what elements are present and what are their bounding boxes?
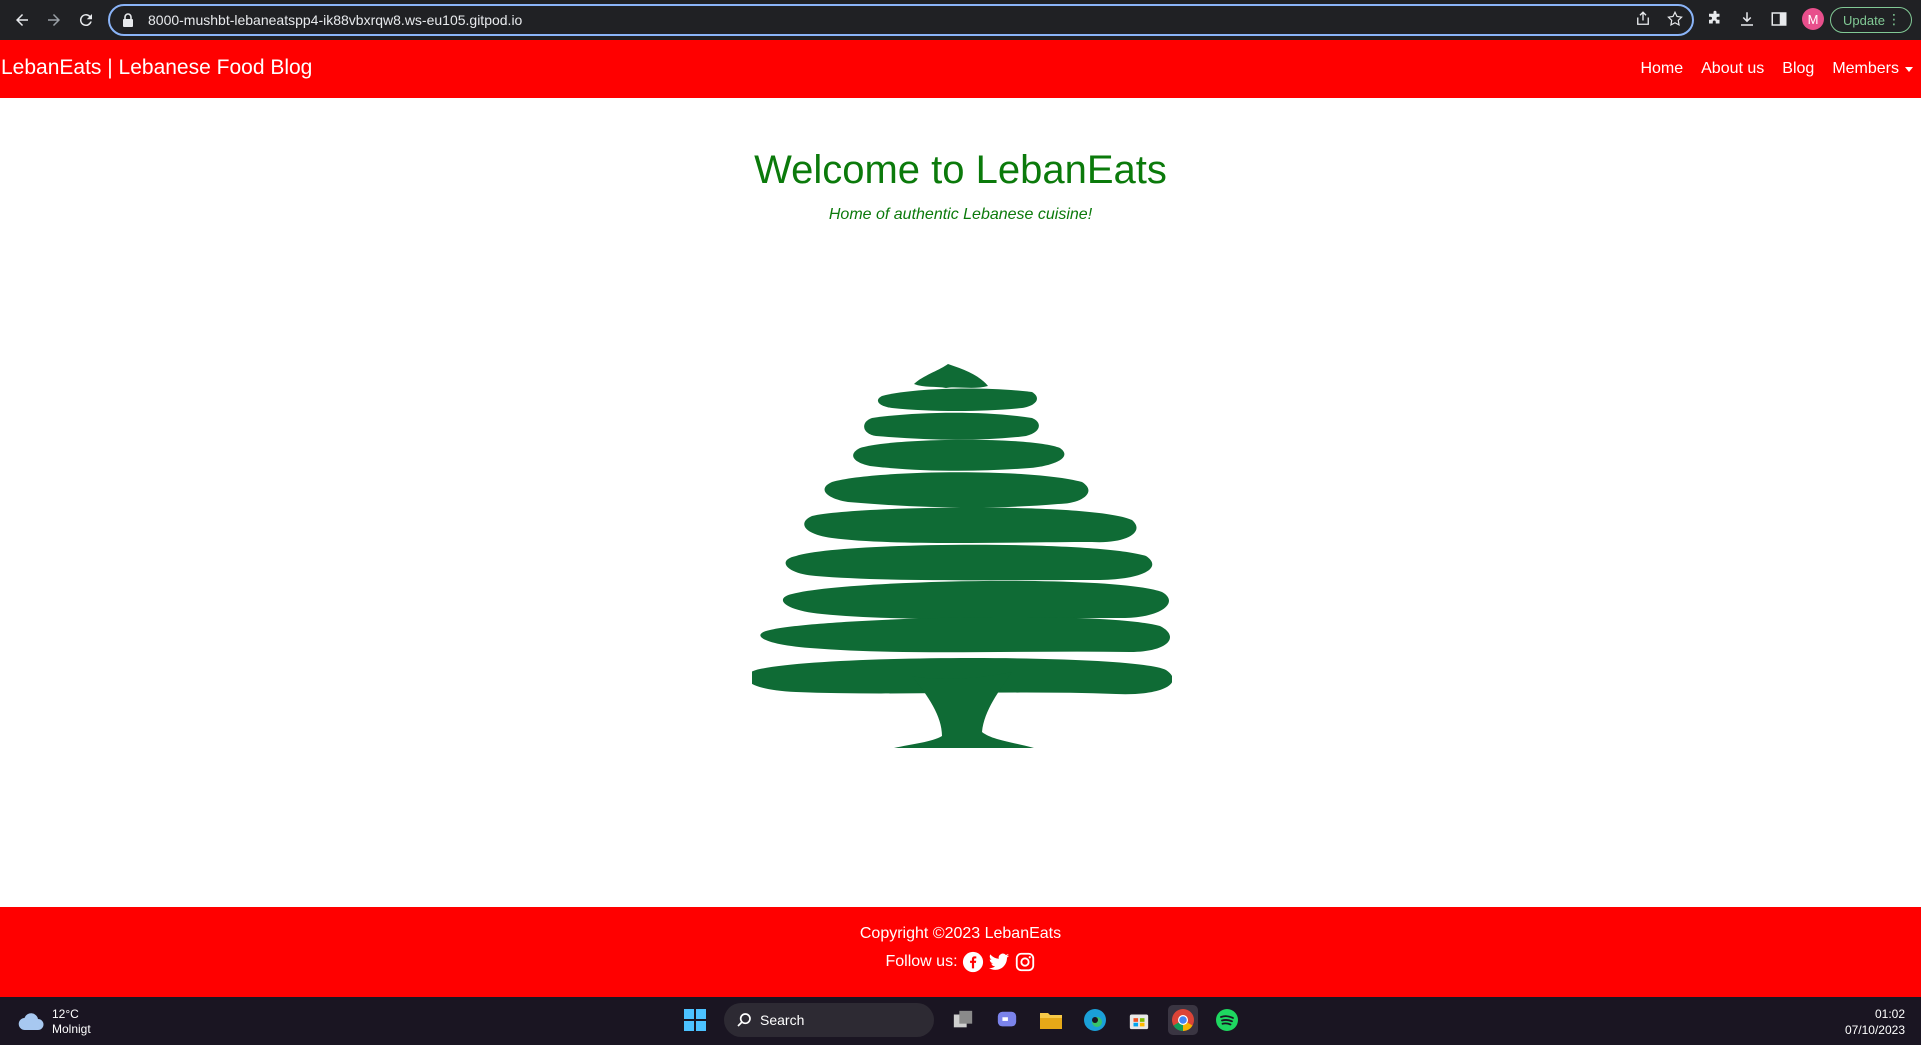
file-explorer-icon[interactable] <box>1036 1005 1066 1035</box>
nav-menu: Home About us Blog Members <box>1640 60 1913 78</box>
address-bar[interactable]: 8000-mushbt-lebaneatspp4-ik88vbxrqw8.ws-… <box>108 4 1694 36</box>
os-taskbar: 12°C Molnigt Search 01:02 07/10/2023 <box>0 997 1921 1045</box>
instagram-icon[interactable] <box>1014 951 1036 973</box>
site-footer: Copyright ©2023 LebanEats Follow us: <box>0 907 1921 997</box>
site-navbar: LebanEats | Lebanese Food Blog Home Abou… <box>0 40 1921 98</box>
back-button[interactable] <box>8 6 36 34</box>
more-vertical-icon[interactable]: ⋮ <box>1887 11 1901 28</box>
bookmark-star-icon[interactable] <box>1666 10 1684 28</box>
nav-about-link[interactable]: About us <box>1701 60 1764 78</box>
arrow-left-icon <box>16 14 28 26</box>
reload-icon <box>79 14 92 27</box>
brand-link[interactable]: LebanEats | Lebanese Food Blog <box>1 56 312 80</box>
weather-desc: Molnigt <box>52 1022 91 1036</box>
edge-browser-icon[interactable] <box>1080 1005 1110 1035</box>
search-label: Search <box>760 1012 805 1028</box>
copyright-text: Copyright ©2023 LebanEats <box>859 925 1062 942</box>
system-clock[interactable]: 01:02 07/10/2023 <box>1845 1006 1905 1038</box>
nav-members-label: Members <box>1832 60 1899 77</box>
windows-start-icon[interactable] <box>680 1005 710 1035</box>
lock-icon <box>123 13 133 27</box>
url-text[interactable]: 8000-mushbt-lebaneatspp4-ik88vbxrqw8.ws-… <box>148 12 522 28</box>
reload-button[interactable] <box>72 6 100 34</box>
arrow-right-icon <box>48 14 60 26</box>
facebook-icon[interactable] <box>962 951 984 973</box>
cloud-icon <box>18 1013 44 1031</box>
clock-time: 01:02 <box>1874 1007 1905 1021</box>
follow-label: Follow us: <box>885 953 958 970</box>
update-button[interactable]: Update ⋮ <box>1830 7 1912 33</box>
nav-home-link[interactable]: Home <box>1640 60 1683 78</box>
side-panel-icon[interactable] <box>1770 10 1788 28</box>
download-icon[interactable] <box>1738 10 1756 28</box>
page-tagline: Home of authentic Lebanese cuisine! <box>828 206 1093 223</box>
clock-date: 07/10/2023 <box>1844 1023 1905 1037</box>
teams-chat-icon[interactable] <box>992 1005 1022 1035</box>
profile-avatar[interactable]: M <box>1802 8 1824 30</box>
extensions-puzzle-icon[interactable] <box>1706 10 1724 28</box>
taskbar-apps: Search <box>680 1003 1242 1037</box>
browser-toolbar: 8000-mushbt-lebaneatspp4-ik88vbxrqw8.ws-… <box>0 0 1921 40</box>
spotify-icon[interactable] <box>1212 1005 1242 1035</box>
forward-button[interactable] <box>40 6 68 34</box>
nav-members-dropdown[interactable]: Members <box>1832 60 1913 78</box>
page-title: Welcome to LebanEats <box>754 148 1167 192</box>
task-view-icon[interactable] <box>948 1005 978 1035</box>
search-icon <box>737 1013 751 1027</box>
caret-down-icon <box>1905 66 1913 72</box>
cedar-tree-icon <box>752 364 1172 748</box>
taskbar-search[interactable]: Search <box>724 1003 934 1037</box>
share-icon[interactable] <box>1634 10 1652 28</box>
twitter-icon[interactable] <box>988 951 1010 973</box>
update-label: Update <box>1843 12 1885 28</box>
follow-us: Follow us: <box>0 951 1921 973</box>
weather-widget[interactable]: 12°C Molnigt <box>18 1007 91 1037</box>
main-content: Welcome to LebanEats Home of authentic L… <box>0 98 1921 907</box>
nav-blog-link[interactable]: Blog <box>1782 60 1814 78</box>
weather-temp: 12°C <box>52 1007 79 1021</box>
chrome-browser-icon[interactable] <box>1168 1005 1198 1035</box>
store-icon[interactable] <box>1124 1005 1154 1035</box>
